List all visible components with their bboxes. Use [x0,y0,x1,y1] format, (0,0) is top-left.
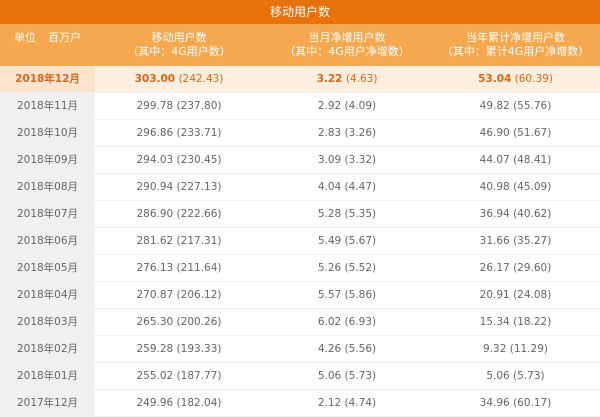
ytd-net-add-cell: 9.32 (11.29) [483,343,548,355]
table-row: 2018年08月 290.94 (227.13) 4.04 (4.47) 40.… [0,174,600,201]
mobile-users-cell: 249.96 (182.04) [136,397,222,409]
monthly-net-add-4g-value: (4.63) [342,73,378,85]
mobile-users-cell: 286.90 (222.66) [136,208,222,220]
header-mobile-users-main: 移动用户数 [151,31,207,44]
monthly-net-add-cell: 5.06 (5.73) [317,370,377,382]
mobile-users-cell: 296.86 (233.71) [136,127,222,139]
header-mobile-users-sub: （其中：4G用户数） [127,45,231,58]
mobile-users-cell: 259.28 (193.33) [136,343,222,355]
ytd-net-add-4g-value: (60.39) [511,73,553,85]
monthly-net-add-cell: 4.04 (4.47) [317,181,377,193]
table-row: 2018年11月 299.78 (237.80) 2.92 (4.09) 49.… [0,93,600,120]
month-cell: 2018年05月 [0,255,95,281]
month-cell: 2018年03月 [0,309,95,335]
table-row: 2018年09月 294.03 (230.45) 3.09 (3.32) 44.… [0,147,600,174]
header-ytd-net-add: 当年累计净增用户数 （其中：累计4G用户净增数） [431,24,600,66]
ytd-net-add-cell: 44.07 (48.41) [479,154,552,166]
header-mobile-users: 移动用户数 （其中：4G用户数） [95,24,263,66]
header-monthly-net-add-main: 当月净增用户数 [308,31,386,44]
ytd-net-add-cell: 5.06 (5.73) [486,370,545,382]
ytd-net-add-cell: 34.96 (60.17) [479,397,552,409]
unit-value: 百万户 [48,31,81,44]
ytd-net-add-cell: 20.91 (24.08) [479,289,552,301]
month-cell: 2018年09月 [0,147,95,173]
header-monthly-net-add: 当月净增用户数 （其中：4G用户净增数） [263,24,431,66]
month-cell: 2018年04月 [0,282,95,308]
monthly-net-add-value: 3.22 [316,73,343,85]
header-ytd-net-add-main: 当年累计净增用户数 [466,31,565,44]
mobile-users-4g-value: (242.43) [175,73,224,85]
monthly-net-add-cell: 3.22 (4.63) [263,66,431,92]
mobile-users-value: 303.00 [134,73,176,85]
monthly-net-add-cell: 2.83 (3.26) [317,127,377,139]
table-row: 2018年07月 286.90 (222.66) 5.28 (5.35) 36.… [0,201,600,228]
mobile-users-cell: 290.94 (227.13) [136,181,222,193]
table-row: 2018年01月 255.02 (187.77) 5.06 (5.73) 5.0… [0,363,600,390]
table-row: 2017年12月 249.96 (182.04) 2.12 (4.74) 34.… [0,390,600,417]
mobile-users-cell: 270.87 (206.12) [136,289,222,301]
ytd-net-add-cell: 15.34 (18.22) [479,316,552,328]
mobile-users-table: 移动用户数 单位 百万户 移动用户数 （其中：4G用户数） 当月净增用户数 （其… [0,0,600,417]
mobile-users-cell: 265.30 (200.26) [136,316,222,328]
monthly-net-add-cell: 5.49 (5.67) [317,235,377,247]
table-body: 2018年12月 303.00 (242.43) 3.22 (4.63) 53.… [0,66,600,417]
mobile-users-cell: 281.62 (217.31) [136,235,222,247]
mobile-users-cell: 299.78 (237.80) [136,100,222,112]
monthly-net-add-cell: 2.92 (4.09) [317,100,377,112]
ytd-net-add-cell: 31.66 (35.27) [479,235,552,247]
month-cell: 2018年01月 [0,363,95,389]
header-monthly-net-add-sub: （其中：4G用户净增数） [284,45,410,58]
monthly-net-add-cell: 5.28 (5.35) [317,208,377,220]
ytd-net-add-value: 53.04 [478,73,512,85]
ytd-net-add-cell: 40.98 (45.09) [479,181,552,193]
table-row: 2018年05月 276.13 (211.64) 5.26 (5.52) 26.… [0,255,600,282]
month-cell: 2017年12月 [0,390,95,416]
header-ytd-net-add-sub: （其中：累计4G用户净增数） [441,45,590,58]
table-row: 2018年10月 296.86 (233.71) 2.83 (3.26) 46.… [0,120,600,147]
month-cell: 2018年02月 [0,336,95,362]
monthly-net-add-cell: 5.26 (5.52) [317,262,377,274]
ytd-net-add-cell: 46.90 (51.67) [479,127,552,139]
table-row: 2018年04月 270.87 (206.12) 5.57 (5.86) 20.… [0,282,600,309]
mobile-users-cell: 294.03 (230.45) [136,154,222,166]
table-title: 移动用户数 [0,0,600,24]
monthly-net-add-cell: 6.02 (6.93) [317,316,377,328]
unit-header: 单位 百万户 [0,24,95,66]
table-row: 2018年03月 265.30 (200.26) 6.02 (6.93) 15.… [0,309,600,336]
monthly-net-add-cell: 4.26 (5.56) [317,343,377,355]
unit-label: 单位 [14,31,36,44]
table-header: 单位 百万户 移动用户数 （其中：4G用户数） 当月净增用户数 （其中：4G用户… [0,24,600,66]
ytd-net-add-cell: 49.82 (55.76) [479,100,552,112]
ytd-net-add-cell: 26.17 (29.60) [479,262,552,274]
mobile-users-cell: 303.00 (242.43) [95,66,263,92]
table-row: 2018年06月 281.62 (217.31) 5.49 (5.67) 31.… [0,228,600,255]
month-cell: 2018年08月 [0,174,95,200]
month-cell: 2018年11月 [0,93,95,119]
monthly-net-add-cell: 3.09 (3.32) [317,154,377,166]
month-cell: 2018年07月 [0,201,95,227]
monthly-net-add-cell: 5.57 (5.86) [317,289,377,301]
month-cell: 2018年12月 [0,66,95,92]
mobile-users-cell: 276.13 (211.64) [136,262,222,274]
mobile-users-cell: 255.02 (187.77) [136,370,222,382]
ytd-net-add-cell: 36.94 (40.62) [479,208,552,220]
ytd-net-add-cell: 53.04 (60.39) [431,66,600,92]
month-cell: 2018年10月 [0,120,95,146]
table-row-highlight: 2018年12月 303.00 (242.43) 3.22 (4.63) 53.… [0,66,600,93]
monthly-net-add-cell: 2.12 (4.74) [317,397,377,409]
month-cell: 2018年06月 [0,228,95,254]
table-row: 2018年02月 259.28 (193.33) 4.26 (5.56) 9.3… [0,336,600,363]
